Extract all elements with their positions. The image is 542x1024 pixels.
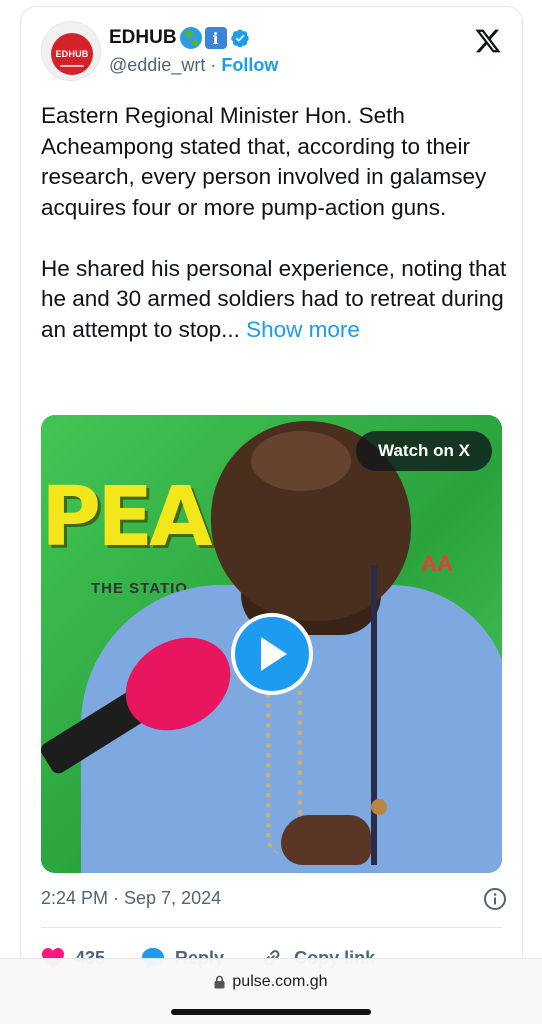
lock-icon (214, 975, 225, 989)
show-more-link[interactable]: Show more (246, 317, 360, 342)
handle-separator: · (210, 54, 217, 75)
tweet-timestamp[interactable]: 2:24 PM · Sep 7, 2024 (41, 885, 221, 911)
tweet-body: Eastern Regional Minister Hon. Seth Ache… (41, 101, 511, 345)
author-display-name[interactable]: EDHUB (109, 27, 177, 49)
verified-badge-icon (230, 29, 249, 48)
speaker-hand (281, 815, 371, 865)
tweet-header: EDHUB EDHUB i @eddie_wrt · Follow (41, 21, 504, 83)
address-bar[interactable]: pulse.com.gh (0, 973, 542, 991)
url-text: pulse.com.gh (232, 973, 328, 990)
information-emoji-icon: i (204, 27, 227, 49)
tweet-text: Eastern Regional Minister Hon. Seth Ache… (41, 103, 507, 342)
x-logo-icon[interactable] (474, 27, 502, 55)
earphone-wire (371, 565, 377, 865)
lapel-pin (371, 799, 387, 815)
globe-emoji-icon (179, 27, 202, 49)
tweet-embed-card: EDHUB EDHUB i @eddie_wrt · Follow Easter… (20, 6, 523, 1006)
play-button[interactable] (231, 613, 313, 695)
play-icon (261, 637, 287, 671)
author-info: EDHUB i @eddie_wrt · Follow (109, 25, 278, 77)
info-circle-icon[interactable] (483, 887, 507, 911)
watch-on-x-label: Watch on X (378, 441, 470, 460)
browser-bottom-bar: pulse.com.gh (0, 958, 542, 1024)
watch-on-x-button[interactable]: Watch on X (356, 431, 492, 471)
avatar-logo: EDHUB (51, 33, 93, 75)
divider (41, 927, 502, 928)
avatar-logo-text: EDHUB (55, 49, 89, 59)
avatar[interactable]: EDHUB (41, 21, 101, 81)
home-indicator[interactable] (171, 1009, 371, 1015)
author-handle[interactable]: @eddie_wrt (109, 55, 205, 76)
studio-sign-red-text: AA (421, 551, 453, 576)
video-thumbnail[interactable]: PEA THE STATIO AA Watch on X (41, 415, 502, 873)
follow-link[interactable]: Follow (221, 55, 278, 76)
